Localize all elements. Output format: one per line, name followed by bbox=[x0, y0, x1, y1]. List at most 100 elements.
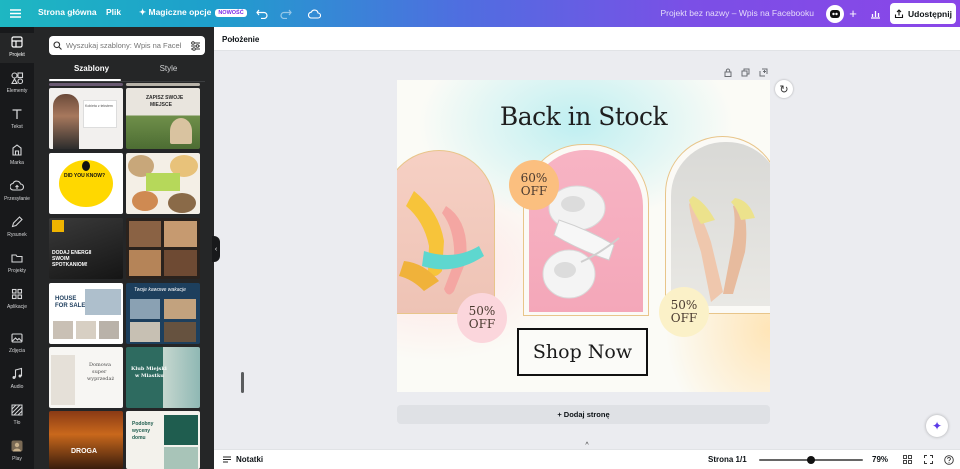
template-photo bbox=[76, 321, 96, 339]
badge-off: OFF bbox=[520, 184, 548, 198]
template-thumbnail[interactable] bbox=[126, 83, 200, 86]
regenerate-icon[interactable]: ↻ bbox=[775, 80, 793, 98]
bulb-icon bbox=[82, 161, 90, 171]
template-thumbnail[interactable]: DODAJ ENERGII SWOIM SPOTKANIOM! bbox=[49, 218, 123, 279]
template-text: wyceny bbox=[132, 428, 151, 434]
gold-heels-photo bbox=[671, 142, 770, 306]
template-photo bbox=[85, 289, 121, 315]
cloud-save-icon[interactable] bbox=[307, 7, 321, 20]
rail-item-play[interactable]: Play bbox=[0, 437, 34, 467]
rail-item-photos[interactable]: Zdjęcia bbox=[0, 329, 34, 359]
top-bar: Strona główna Plik ✦ Magiczne opcje NOWOŚ… bbox=[0, 0, 960, 27]
side-rail: Projekt Elementy Tekst Marka Przesyłanie… bbox=[0, 27, 34, 469]
rail-item-background[interactable]: Tło bbox=[0, 401, 34, 431]
avatar[interactable] bbox=[826, 5, 844, 23]
rail-item-elements[interactable]: Elementy bbox=[0, 69, 34, 99]
rail-label: Projekty bbox=[7, 268, 27, 274]
rail-label: Audio bbox=[10, 384, 24, 390]
search-input[interactable] bbox=[66, 41, 181, 50]
redo-icon[interactable] bbox=[279, 7, 293, 20]
add-page-button[interactable]: + Dodaj stronę bbox=[397, 405, 770, 424]
duplicate-icon[interactable] bbox=[740, 67, 751, 77]
rail-label: Aplikacje bbox=[6, 304, 27, 310]
help-icon[interactable] bbox=[943, 454, 954, 465]
analytics-icon[interactable] bbox=[868, 7, 882, 20]
rail-item-draw[interactable]: Rysunek bbox=[0, 213, 34, 243]
template-thumbnail[interactable] bbox=[126, 153, 200, 214]
zoom-value[interactable]: 79% bbox=[872, 455, 888, 464]
template-thumbnail[interactable] bbox=[126, 218, 200, 279]
shapes-icon bbox=[11, 72, 24, 85]
template-photo bbox=[99, 321, 119, 339]
discount-badge-50-left[interactable]: 50% OFF bbox=[457, 293, 507, 343]
template-thumbnail[interactable]: Domowa super wyprzedaż bbox=[49, 347, 123, 408]
file-menu[interactable]: Plik bbox=[106, 7, 121, 17]
template-thumbnail[interactable] bbox=[49, 83, 123, 86]
template-photo bbox=[130, 322, 160, 342]
plus-icon[interactable]: + bbox=[846, 6, 860, 21]
template-search[interactable] bbox=[49, 36, 205, 55]
rail-item-uploads[interactable]: Przesyłanie bbox=[0, 177, 34, 207]
add-page-icon[interactable] bbox=[758, 67, 769, 77]
discount-badge-60[interactable]: 60% OFF bbox=[509, 160, 559, 210]
template-photo bbox=[130, 299, 160, 319]
rail-item-text[interactable]: Tekst bbox=[0, 105, 34, 135]
template-text: Klub Miejski bbox=[131, 366, 167, 372]
lock-icon[interactable] bbox=[722, 67, 733, 77]
rail-item-audio[interactable]: Audio bbox=[0, 365, 34, 395]
notes-icon bbox=[223, 456, 231, 463]
discount-badge-50-right[interactable]: 50% OFF bbox=[659, 287, 709, 337]
canvas-title[interactable]: Back in Stock bbox=[397, 102, 770, 131]
template-thumbnail[interactable]: DROGA bbox=[49, 411, 123, 469]
template-text: HOUSE bbox=[55, 296, 77, 302]
hamburger-menu-icon[interactable] bbox=[8, 7, 22, 20]
rail-item-brand[interactable]: Marka bbox=[0, 141, 34, 171]
template-thumbnail[interactable]: Twoje kawowe wakacje bbox=[126, 283, 200, 344]
new-badge: NOWOŚĆ bbox=[215, 8, 247, 17]
template-text: wyprzedaż bbox=[87, 376, 115, 382]
template-text: FOR SALE bbox=[55, 303, 86, 309]
template-thumbnail[interactable]: DID YOU KNOW? bbox=[49, 153, 123, 214]
photos-icon bbox=[11, 333, 23, 343]
document-title[interactable]: Projekt bez nazwy – Wpis na Facebooku bbox=[660, 8, 814, 18]
chevron-up-icon[interactable]: ^ bbox=[582, 442, 592, 449]
template-thumbnail[interactable]: HOUSE FOR SALE bbox=[49, 283, 123, 344]
tab-styles[interactable]: Style bbox=[126, 64, 211, 73]
notes-button[interactable]: Notatki bbox=[222, 455, 263, 464]
shop-now-text-box[interactable]: Shop Now bbox=[517, 328, 648, 376]
layout-icon bbox=[11, 36, 23, 48]
template-photo bbox=[170, 118, 192, 144]
left-photo-frame[interactable] bbox=[397, 150, 495, 314]
tab-templates[interactable]: Szablony bbox=[49, 64, 134, 73]
context-toolbar: Położenie bbox=[214, 27, 960, 51]
undo-icon[interactable] bbox=[255, 7, 269, 20]
template-thumbnail[interactable]: Klub Miejski w Miastku bbox=[126, 347, 200, 408]
badge-off: OFF bbox=[468, 317, 496, 331]
notes-label: Notatki bbox=[236, 455, 264, 464]
magic-assistant-icon[interactable]: ✦ bbox=[926, 415, 948, 437]
template-photo bbox=[132, 191, 158, 211]
home-button[interactable]: Strona główna bbox=[38, 7, 97, 17]
zoom-slider-handle[interactable] bbox=[807, 456, 815, 464]
apps-icon bbox=[11, 288, 23, 300]
rail-item-projects[interactable]: Projekty bbox=[0, 249, 34, 279]
template-thumbnail[interactable]: Kobieta z tekstem bbox=[49, 88, 123, 149]
template-text: MIEJSCE bbox=[150, 102, 172, 108]
template-thumbnail[interactable]: Podobny wyceny domu bbox=[126, 411, 200, 469]
rail-item-apps[interactable]: Aplikacje bbox=[0, 285, 34, 315]
design-canvas[interactable]: Back in Stock 60% OFF 50% OFF 50% OFF Sh… bbox=[397, 80, 770, 392]
template-thumbnail[interactable]: ZAPISZ SWOJE MIEJSCE bbox=[126, 88, 200, 149]
magic-options-button[interactable]: ✦ Magiczne opcje NOWOŚĆ bbox=[139, 7, 247, 18]
filter-icon[interactable] bbox=[190, 40, 201, 51]
share-button[interactable]: Udostępnij bbox=[890, 3, 956, 24]
position-button[interactable]: Położenie bbox=[222, 35, 259, 44]
page-indicator[interactable]: Strona 1/1 bbox=[708, 455, 747, 464]
rail-item-project[interactable]: Projekt bbox=[0, 33, 34, 63]
template-photo bbox=[51, 355, 75, 405]
template-logo bbox=[52, 220, 64, 232]
grid-view-icon[interactable] bbox=[902, 454, 913, 465]
panel-scrollbar[interactable] bbox=[241, 372, 244, 393]
collapse-panel-button[interactable]: ‹ bbox=[212, 236, 220, 262]
chevron-left-icon: ‹ bbox=[214, 245, 218, 253]
fullscreen-icon[interactable] bbox=[923, 454, 934, 465]
